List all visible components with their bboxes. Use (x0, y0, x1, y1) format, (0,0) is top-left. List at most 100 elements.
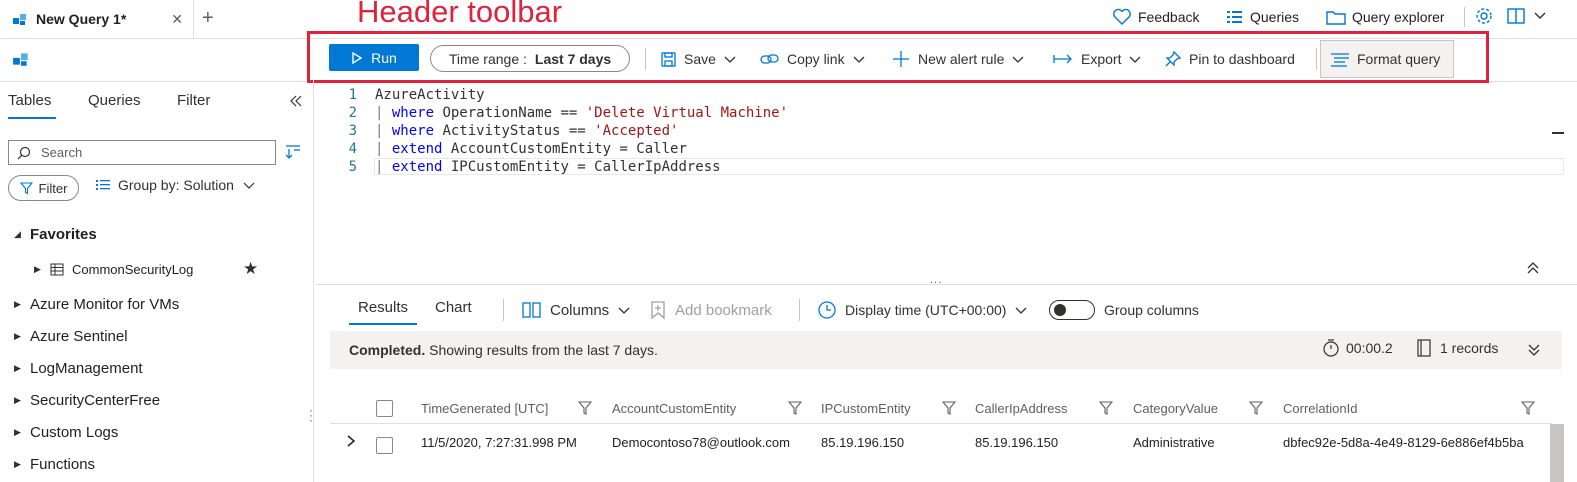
table-cell: Administrative (1133, 435, 1215, 450)
tab-results[interactable]: Results (358, 299, 408, 316)
line-number: 4 (348, 141, 357, 157)
columns-icon (522, 301, 542, 319)
annotation-box (307, 31, 1489, 83)
table-cell: 11/5/2020, 7:27:31.998 PM (421, 435, 577, 450)
table-cell: 85.19.196.150 (975, 435, 1059, 450)
editor-divider (315, 284, 1577, 285)
group-columns-toggle[interactable] (1049, 300, 1095, 320)
expand-status-icon[interactable] (1527, 343, 1541, 357)
expand-row-icon[interactable] (346, 435, 356, 447)
tree-group-item[interactable]: ▶ Azure Monitor for VMs (14, 293, 179, 315)
table-cell: 85.19.196.150 (821, 435, 905, 450)
clock-icon (817, 300, 837, 320)
chevron-down-icon (1014, 303, 1028, 317)
line-number: 5 (348, 159, 357, 175)
chevron-down-icon[interactable] (1533, 8, 1547, 22)
sort-icon[interactable] (284, 143, 302, 161)
group-by-dropdown[interactable]: Group by: Solution (96, 177, 256, 193)
star-icon[interactable]: ★ (243, 259, 258, 279)
collapse-editor-icon[interactable] (1526, 261, 1540, 275)
feedback-button[interactable]: Feedback (1112, 5, 1199, 29)
tab-filter[interactable]: Filter (177, 92, 210, 109)
column-header[interactable]: CategoryValue (1133, 401, 1218, 416)
caret-right-icon: ▶ (14, 298, 21, 309)
code-text: ActivityStatus == (434, 123, 595, 139)
queries-label: Queries (1250, 9, 1300, 25)
code-text: OperationName == (434, 105, 586, 121)
schema-search-input[interactable]: Search (8, 140, 276, 165)
tab-tables[interactable]: Tables (8, 92, 51, 109)
close-tab-icon[interactable]: ✕ (171, 11, 183, 28)
tree-group-item[interactable]: ▶ SecurityCenterFree (14, 389, 160, 411)
column-header[interactable]: IPCustomEntity (821, 401, 911, 416)
column-filter-icon[interactable] (942, 401, 956, 415)
editor-line: 1 AzureActivity (345, 86, 485, 104)
query-explorer-button[interactable]: Query explorer (1326, 5, 1445, 29)
code-text: AzureActivity (375, 87, 485, 103)
queries-button[interactable]: Queries (1226, 5, 1299, 29)
columns-button[interactable]: Columns (522, 298, 631, 322)
code-string: 'Accepted' (594, 123, 679, 139)
select-all-checkbox[interactable] (376, 400, 393, 417)
code-text: AccountCustomEntity = Caller (442, 141, 687, 157)
tree-group-item[interactable]: ▶ Functions (14, 453, 95, 475)
active-tab-indicator (8, 117, 56, 119)
list-icon (1226, 9, 1244, 25)
log-analytics-icon (12, 11, 28, 27)
tree-group-label: Custom Logs (30, 423, 119, 441)
column-filter-icon[interactable] (578, 401, 592, 415)
new-tab-button[interactable]: + (202, 8, 214, 28)
display-time-label: Display time (UTC+00:00) (845, 302, 1007, 318)
favorites-group[interactable]: ◢ Favorites (14, 223, 97, 245)
column-filter-icon[interactable] (1521, 401, 1535, 415)
search-icon (17, 146, 31, 160)
column-filter-icon[interactable] (1099, 401, 1113, 415)
active-results-tab-indicator (349, 323, 417, 325)
code-string: 'Delete Virtual Machine' (585, 105, 789, 121)
column-header[interactable]: CallerIpAddress (975, 401, 1068, 416)
top-divider (1464, 7, 1465, 27)
gear-icon[interactable] (1474, 6, 1494, 26)
table-cell: dbfec92e-5d8a-4e49-8129-6e886ef4b5ba (1283, 435, 1524, 450)
bookmark-icon (649, 300, 667, 320)
tab-queries[interactable]: Queries (88, 92, 141, 109)
code-text: IPCustomEntity = CallerIpAddress (442, 159, 721, 175)
status-message: Completed. Showing results from the last… (349, 342, 658, 358)
tab-chart[interactable]: Chart (435, 299, 472, 316)
code-keyword: extend (391, 159, 443, 175)
tree-group-item[interactable]: ▶ LogManagement (14, 357, 143, 379)
caret-right-icon: ▶ (14, 426, 21, 437)
query-duration: 00:00.2 (1322, 338, 1393, 358)
row-checkbox[interactable] (376, 437, 393, 454)
collapse-panel-icon[interactable] (289, 94, 303, 108)
column-header[interactable]: AccountCustomEntity (612, 401, 736, 416)
pipe-operator: | (375, 141, 392, 157)
tree-group-label: LogManagement (30, 359, 143, 377)
filter-button[interactable]: Filter (8, 175, 79, 201)
favorite-table-name: CommonSecurityLog (72, 261, 194, 277)
book-icon[interactable] (1506, 6, 1526, 26)
line-number: 1 (348, 87, 357, 103)
status-strong: Completed. (349, 342, 426, 358)
list-icon (96, 179, 110, 191)
add-bookmark-button[interactable]: Add bookmark (649, 298, 772, 322)
query-tab[interactable]: New Query 1* ✕ (0, 0, 194, 38)
display-time-dropdown[interactable]: Display time (UTC+00:00) (817, 298, 1028, 322)
editor-line: 4 | extend AccountCustomEntity = Caller (345, 140, 687, 158)
tree-group-label: SecurityCenterFree (30, 391, 161, 409)
duration-value: 00:00.2 (1346, 340, 1393, 356)
column-header[interactable]: TimeGenerated [UTC] (421, 401, 548, 416)
column-filter-icon[interactable] (1249, 401, 1263, 415)
folder-icon (1326, 9, 1346, 26)
tree-group-item[interactable]: ▶ Custom Logs (14, 421, 118, 443)
vertical-scrollbar[interactable] (1550, 424, 1564, 482)
caret-right-icon: ▶ (14, 458, 21, 469)
resize-handle[interactable]: · · · (309, 404, 313, 426)
workspace-icon (12, 50, 30, 68)
column-header[interactable]: CorrelationId (1283, 401, 1357, 416)
group-columns-label: Group columns (1104, 302, 1199, 318)
column-filter-icon[interactable] (788, 401, 802, 415)
chevron-down-icon (617, 303, 631, 317)
favorite-table-item[interactable]: ▶ CommonSecurityLog (34, 258, 193, 280)
tree-group-item[interactable]: ▶ Azure Sentinel (14, 325, 128, 347)
